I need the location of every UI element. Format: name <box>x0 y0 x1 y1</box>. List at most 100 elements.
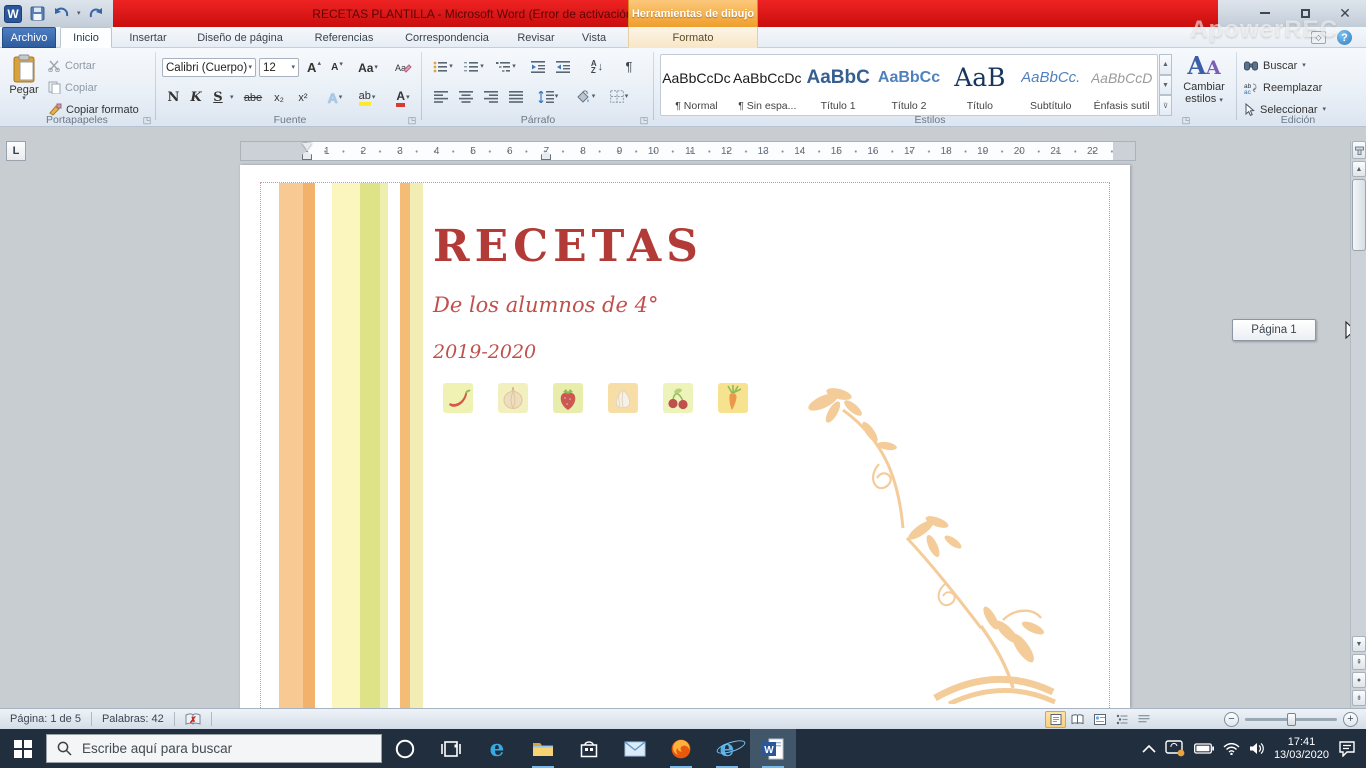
tab-diseno-de-pagina[interactable]: Diseño de página <box>184 27 296 48</box>
firefox-button[interactable] <box>658 729 704 768</box>
italic-button[interactable]: K <box>186 88 206 107</box>
file-explorer-button[interactable] <box>520 729 566 768</box>
underline-button[interactable]: S <box>208 88 228 107</box>
multilevel-list-button[interactable]: ▾ <box>492 57 520 76</box>
cortana-button[interactable] <box>382 729 428 768</box>
show-marks-button[interactable]: ¶ <box>618 57 640 76</box>
tab-referencias[interactable]: Referencias <box>300 27 388 48</box>
minimize-button[interactable] <box>1252 4 1278 22</box>
tab-stop-selector[interactable]: L <box>6 141 26 161</box>
bullets-button[interactable]: ▾ <box>429 57 457 76</box>
paragraph-dialog-launcher[interactable] <box>638 114 650 126</box>
tab-revisar[interactable]: Revisar <box>506 27 566 48</box>
left-indent-marker[interactable] <box>302 151 312 160</box>
proofing-status-button[interactable]: ✗ <box>175 709 211 729</box>
fullscreen-reading-view-button[interactable] <box>1067 711 1088 728</box>
outline-view-button[interactable] <box>1111 711 1132 728</box>
clipboard-dialog-launcher[interactable] <box>141 114 153 126</box>
save-button[interactable] <box>27 4 47 24</box>
indent-marker[interactable] <box>541 151 551 160</box>
action-center-icon[interactable] <box>1338 740 1356 757</box>
find-button[interactable]: Buscar ▾ <box>1244 56 1306 75</box>
numbering-button[interactable]: ▾ <box>460 57 488 76</box>
mail-button[interactable] <box>612 729 658 768</box>
tab-correspondencia[interactable]: Correspondencia <box>392 27 502 48</box>
edge-button[interactable]: e <box>474 729 520 768</box>
subscript-button[interactable]: x₂ <box>268 88 290 107</box>
display-sync-icon[interactable] <box>1165 740 1185 757</box>
tray-expand-icon[interactable] <box>1142 744 1156 753</box>
scroll-down-button[interactable]: ▼ <box>1352 636 1366 652</box>
shrink-font-button[interactable]: A ▾ <box>326 58 348 77</box>
change-case-button[interactable]: Aa ▾ <box>354 58 382 77</box>
vertical-scrollbar[interactable]: ▲ ▼ ⇞ ● ⇟ <box>1350 141 1366 708</box>
wifi-icon[interactable] <box>1223 742 1240 755</box>
styles-scroll-down[interactable]: ▼ <box>1159 74 1172 96</box>
scrollbar-thumb[interactable] <box>1352 179 1366 251</box>
font-size-combo[interactable]: 12 ▾ <box>259 58 299 77</box>
zoom-in-button[interactable]: + <box>1343 712 1358 727</box>
tab-archivo[interactable]: Archivo <box>2 27 56 48</box>
clear-formatting-button[interactable]: Aa <box>390 58 416 77</box>
cut-button[interactable]: Cortar <box>48 56 96 75</box>
tab-inicio[interactable]: Inicio <box>60 27 112 48</box>
increase-indent-button[interactable] <box>551 57 575 76</box>
style-normal[interactable]: AaBbCcDc ¶ Normal <box>661 55 732 115</box>
horizontal-ruler[interactable]: 1 2 3 4 5 6 7 8 9 10 11 12 13 14 15 16 17 18 19 20 21 22 <box>240 141 1136 161</box>
task-view-button[interactable] <box>428 729 474 768</box>
sort-button[interactable]: A Z ↓ <box>584 57 610 76</box>
word-count[interactable]: Palabras: 42 <box>92 709 174 729</box>
zoom-out-button[interactable]: − <box>1224 712 1239 727</box>
bold-button[interactable]: N <box>163 88 184 107</box>
justify-button[interactable] <box>504 87 527 106</box>
change-styles-button[interactable]: AA Cambiar estilos ▾ <box>1176 53 1232 117</box>
copy-button[interactable]: Copiar <box>48 78 97 97</box>
style-subtitulo[interactable]: AaBbCc. Subtítulo <box>1015 55 1086 115</box>
next-page-button[interactable]: ⇟ <box>1352 690 1366 706</box>
decrease-indent-button[interactable] <box>526 57 550 76</box>
start-button[interactable] <box>0 729 46 768</box>
browse-object-button[interactable]: ● <box>1352 672 1366 688</box>
font-color-button[interactable]: A ▾ <box>388 88 418 107</box>
taskbar-search[interactable]: Escribe aquí para buscar <box>46 734 382 763</box>
strikethrough-button[interactable]: abe <box>240 88 266 107</box>
first-line-indent-marker[interactable] <box>302 143 312 150</box>
superscript-button[interactable]: x² <box>292 88 314 107</box>
style-sin-espaciado[interactable]: AaBbCcDc ¶ Sin espa... <box>732 55 803 115</box>
text-effects-button[interactable]: A ▾ <box>322 88 348 107</box>
borders-button[interactable]: ▾ <box>604 87 634 106</box>
style-titulo[interactable]: AaB Título <box>944 55 1015 115</box>
taskbar-clock[interactable]: 17:41 13/03/2020 <box>1274 736 1329 762</box>
underline-dropdown-icon[interactable]: ▾ <box>230 94 234 101</box>
internet-explorer-button[interactable]: e <box>704 729 750 768</box>
styles-gallery-expand[interactable]: ⊽ <box>1159 95 1172 117</box>
font-name-combo[interactable]: Calibri (Cuerpo) ▾ <box>162 58 256 77</box>
ruler-toggle-button[interactable] <box>1352 141 1366 159</box>
align-center-button[interactable] <box>454 87 477 106</box>
shading-button[interactable]: ▾ <box>570 87 600 106</box>
print-layout-view-button[interactable] <box>1045 711 1066 728</box>
line-spacing-button[interactable]: ▾ <box>534 87 562 106</box>
zoom-slider[interactable] <box>1245 713 1337 726</box>
scroll-up-button[interactable]: ▲ <box>1352 161 1366 177</box>
grow-font-button[interactable]: A ▴ <box>303 58 325 77</box>
restore-button[interactable] <box>1292 4 1318 22</box>
font-dialog-launcher[interactable] <box>406 114 418 126</box>
zoom-slider-thumb[interactable] <box>1287 713 1296 726</box>
minimize-ribbon-button[interactable]: ◇ <box>1311 31 1326 44</box>
paste-button[interactable]: Pegar ▾ <box>4 53 44 117</box>
word-button[interactable]: W <box>750 729 796 768</box>
highlight-color-button[interactable]: ab ▾ <box>352 88 382 107</box>
store-button[interactable] <box>566 729 612 768</box>
tab-vista[interactable]: Vista <box>570 27 618 48</box>
redo-button[interactable] <box>86 4 106 24</box>
battery-icon[interactable] <box>1193 743 1214 754</box>
page-indicator[interactable]: Página: 1 de 5 <box>0 709 91 729</box>
undo-button[interactable] <box>52 4 72 24</box>
align-right-button[interactable] <box>479 87 502 106</box>
replace-button[interactable]: ab ac Reemplazar <box>1244 78 1322 97</box>
draft-view-button[interactable] <box>1133 711 1154 728</box>
tab-formato[interactable]: Formato <box>628 27 758 48</box>
help-button[interactable]: ? <box>1337 30 1352 45</box>
styles-dialog-launcher[interactable] <box>1180 114 1192 126</box>
